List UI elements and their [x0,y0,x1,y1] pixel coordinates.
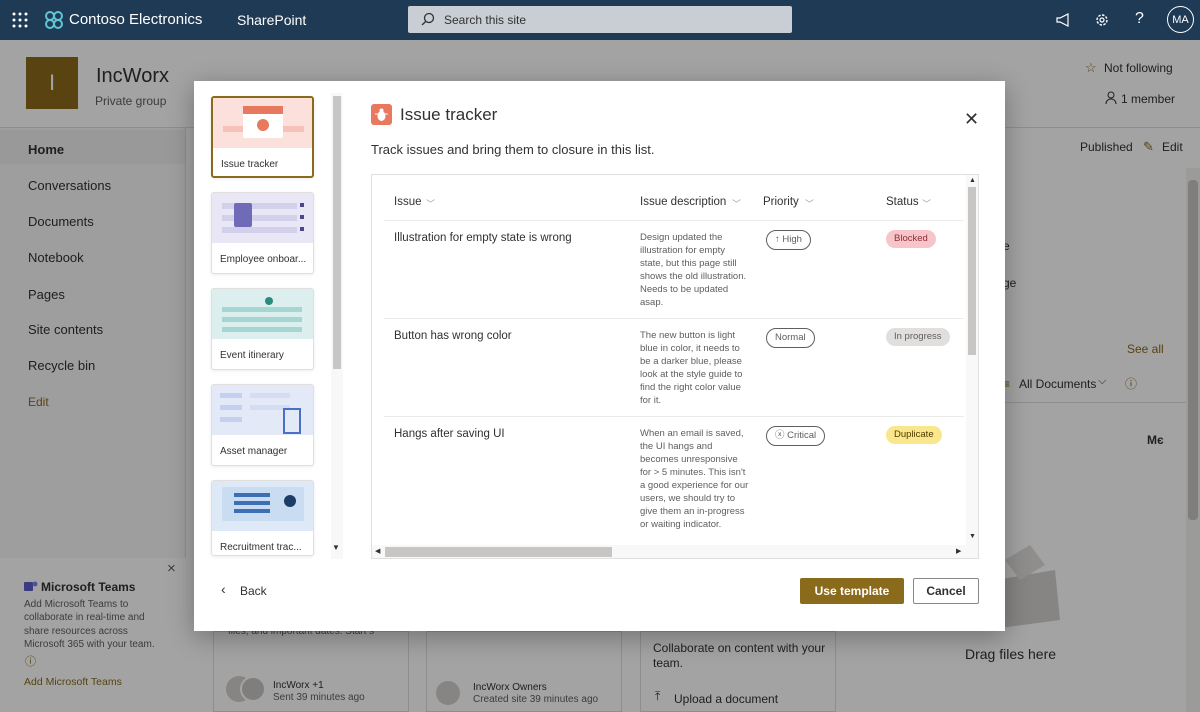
table-row[interactable]: Illustration for empty state is wrong De… [372,221,964,318]
status-badge: Duplicate [886,426,942,444]
back-button[interactable]: Back [240,584,267,598]
chevron-down-icon[interactable]: ﹀ [732,197,741,210]
priority-badge: ↑ High [766,230,811,250]
search-placeholder: Search this site [444,13,527,27]
status-badge: Blocked [886,230,936,248]
megaphone-icon[interactable] [1056,13,1072,27]
avatar[interactable]: MA [1167,6,1194,33]
column-header-priority[interactable]: Priority [763,196,799,208]
issue-title: Button has wrong color [394,330,512,342]
priority-badge: Normal [766,328,815,348]
use-template-button[interactable]: Use template [800,578,904,604]
preview-horizontal-thumb[interactable] [385,547,612,557]
issue-tracker-thumbnail [213,98,312,148]
column-header-description[interactable]: Issue description [640,196,726,208]
search-box[interactable]: Search this site [408,6,792,33]
brand-name[interactable]: Contoso Electronics [69,11,202,28]
help-icon[interactable]: ? [1135,10,1144,28]
preview-vertical-thumb[interactable] [968,187,976,355]
table-row[interactable]: Button has wrong color The new button is… [372,319,964,416]
status-badge: In progress [886,328,950,346]
template-label: Event itinerary [220,350,284,361]
priority-badge: ⓧ Critical [766,426,826,446]
template-card-employee-onboarding[interactable]: Employee onboar... [211,192,314,274]
column-header-status[interactable]: Status [886,196,919,208]
search-icon [421,12,435,26]
cancel-button[interactable]: Cancel [913,578,979,604]
issue-description: The new button is light blue in color, i… [640,330,743,406]
dialog-title: Issue tracker [400,105,498,124]
close-icon[interactable]: ✕ [964,110,979,128]
template-label: Employee onboar... [220,254,307,265]
scroll-down-arrow-icon[interactable]: ▼ [969,533,976,540]
template-label: Recruitment trac... [220,542,302,553]
contoso-logo-icon [45,11,63,29]
chevron-down-icon[interactable]: ﹀ [426,197,435,210]
template-label: Asset manager [220,446,288,457]
gear-icon[interactable] [1094,12,1110,28]
app-name[interactable]: SharePoint [237,12,306,28]
chevron-down-icon[interactable]: ﹀ [805,197,814,210]
table-row[interactable]: Hangs after saving UI When an email is s… [372,417,964,547]
waffle-icon[interactable] [12,12,28,28]
issue-title: Hangs after saving UI [394,428,505,440]
event-itinerary-thumbnail [212,289,313,339]
asset-manager-thumbnail [212,385,313,435]
suite-header: Contoso Electronics SharePoint Search th… [0,0,1200,40]
dialog-description: Track issues and bring them to closure i… [371,142,655,157]
chevron-left-icon[interactable]: ‹ [221,581,226,597]
template-card-issue-tracker[interactable]: Issue tracker [211,96,314,178]
priority-label: Critical [787,430,817,441]
template-scrollbar-thumb[interactable] [333,96,341,369]
template-dialog: Issue tracker Employee onboar... Event i… [194,81,1005,631]
employee-onboarding-thumbnail [212,193,313,243]
scroll-up-arrow-icon[interactable]: ▲ [969,177,976,184]
template-card-event-itinerary[interactable]: Event itinerary [211,288,314,370]
critical-x-icon: ⓧ [775,430,788,441]
issue-description: When an email is saved, the UI hangs and… [640,428,749,530]
template-card-asset-manager[interactable]: Asset manager [211,384,314,466]
recruitment-tracker-thumbnail [212,481,313,531]
priority-label: High [782,234,802,245]
scroll-right-arrow-icon[interactable]: ▶ [956,547,961,555]
chevron-down-icon[interactable]: ﹀ [922,197,931,210]
list-preview: Issue ﹀ Issue description ﹀ Priority ﹀ S… [371,174,979,559]
scroll-left-arrow-icon[interactable]: ◀ [375,547,380,555]
template-card-recruitment-tracker[interactable]: Recruitment trac... [211,480,314,556]
template-label: Issue tracker [221,159,279,170]
issue-description: Design updated the illustration for empt… [640,232,747,308]
bug-icon [371,104,392,125]
column-header-issue[interactable]: Issue [394,196,422,208]
scroll-down-arrow-icon[interactable]: ▼ [332,543,340,552]
issue-title: Illustration for empty state is wrong [394,232,572,244]
